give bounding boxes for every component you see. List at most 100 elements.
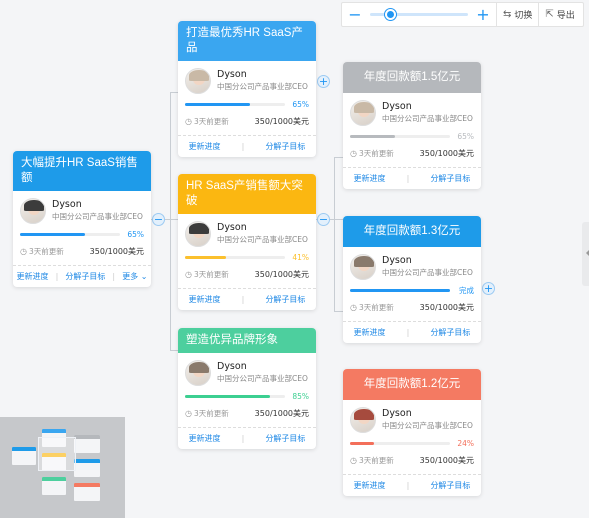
owner-name: Dyson — [217, 222, 247, 233]
budget-value: 350/1000美元 — [254, 408, 309, 418]
avatar — [20, 198, 46, 224]
update-progress-link[interactable]: 更新进度 — [354, 480, 386, 491]
update-progress-link[interactable]: 更新进度 — [189, 433, 221, 444]
chevron-down-icon: ⌄ — [140, 272, 148, 281]
split-goal-link[interactable]: 分解子目标 — [65, 271, 105, 282]
avatar — [185, 68, 211, 94]
export-label: 导出 — [556, 11, 575, 21]
connector-line — [328, 219, 343, 220]
progress-label: 24% — [457, 439, 474, 448]
split-goal-link[interactable]: 分解子目标 — [265, 433, 305, 444]
clock-icon: ◷ — [185, 408, 192, 418]
connector-line — [334, 311, 343, 312]
update-progress-link[interactable]: 更新进度 — [354, 327, 386, 338]
zoom-slider[interactable] — [370, 9, 468, 20]
minimap-card — [74, 435, 100, 453]
minimap-viewport[interactable] — [38, 437, 76, 471]
clock-icon: ◷ — [185, 116, 192, 126]
zoom-slider-handle[interactable] — [384, 9, 396, 20]
connector-line — [164, 219, 178, 220]
owner-title: 中国分公司产品事业部CEO — [382, 114, 473, 123]
split-goal-link[interactable]: 分解子目标 — [430, 173, 470, 184]
update-progress-link[interactable]: 更新进度 — [17, 271, 49, 282]
updated-text: 3天前更新 — [28, 246, 64, 256]
owner-name: Dyson — [217, 69, 247, 80]
progress-bar — [350, 442, 450, 445]
card-title: 年度回款额1.2亿元 — [343, 369, 481, 400]
collapse-toggle[interactable]: − — [317, 213, 330, 226]
progress-bar — [185, 395, 285, 398]
goal-card-root[interactable]: 大幅提升HR SaaS销售额 Dyson 中国分公司产品事业部CEO 65% ◷… — [13, 151, 151, 287]
clock-icon: ◷ — [185, 269, 192, 279]
card-title: HR SaaS产销售额大突破 — [178, 174, 316, 214]
toolbar: − + ⇆ 切换 ⇱ 导出 — [341, 2, 584, 27]
update-progress-link[interactable]: 更新进度 — [189, 141, 221, 152]
sub-goal-card[interactable]: 年度回款额1.5亿元 Dyson 中国分公司产品事业部CEO 65% ◷ 3天前更… — [343, 62, 481, 189]
collapse-toggle[interactable]: − — [152, 213, 165, 226]
split-goal-link[interactable]: 分解子目标 — [265, 294, 305, 305]
progress-label: 65% — [457, 132, 474, 141]
progress-bar — [350, 289, 450, 292]
card-title: 打造最优秀HR SaaS产品 — [178, 21, 316, 61]
clock-icon: ◷ — [350, 148, 357, 158]
updated-text: 3天前更新 — [358, 455, 394, 465]
card-title: 塑造优异品牌形象 — [178, 328, 316, 353]
progress-label: 完成 — [459, 286, 474, 295]
clock-icon: ◷ — [350, 302, 357, 312]
export-button[interactable]: ⇱ 导出 — [538, 3, 580, 26]
avatar — [350, 254, 376, 280]
budget-value: 350/1000美元 — [254, 269, 309, 279]
split-goal-link[interactable]: 分解子目标 — [430, 480, 470, 491]
minimap-card — [74, 483, 100, 501]
expand-toggle[interactable]: + — [317, 75, 330, 88]
side-panel-handle[interactable] — [582, 222, 589, 286]
owner-title: 中国分公司产品事业部CEO — [382, 268, 473, 277]
avatar — [185, 221, 211, 247]
card-title: 大幅提升HR SaaS销售额 — [13, 151, 151, 191]
zoom-in-button[interactable]: + — [476, 6, 490, 23]
connector-line — [334, 157, 335, 311]
minimap-card — [12, 447, 36, 465]
updated-text: 3天前更新 — [358, 302, 394, 312]
budget-value: 350/1000美元 — [254, 116, 309, 126]
goal-card[interactable]: 塑造优异品牌形象 Dyson 中国分公司产品事业部CEO 85% ◷ 3天前更新 … — [178, 328, 316, 449]
connector-line — [334, 157, 343, 158]
progress-label: 41% — [292, 253, 309, 262]
update-progress-link[interactable]: 更新进度 — [189, 294, 221, 305]
owner-title: 中国分公司产品事业部CEO — [217, 82, 308, 91]
updated-text: 3天前更新 — [193, 269, 229, 279]
clock-icon: ◷ — [350, 455, 357, 465]
progress-label: 65% — [292, 100, 309, 109]
budget-value: 350/1000美元 — [89, 246, 144, 256]
goal-card[interactable]: 打造最优秀HR SaaS产品 Dyson 中国分公司产品事业部CEO 65% ◷… — [178, 21, 316, 157]
card-title: 年度回款额1.5亿元 — [343, 62, 481, 93]
owner-name: Dyson — [52, 199, 82, 210]
split-goal-link[interactable]: 分解子目标 — [430, 327, 470, 338]
owner-name: Dyson — [382, 101, 412, 112]
progress-bar — [20, 233, 120, 236]
progress-label: 65% — [127, 230, 144, 239]
updated-text: 3天前更新 — [358, 148, 394, 158]
goal-card[interactable]: HR SaaS产销售额大突破 Dyson 中国分公司产品事业部CEO 41% ◷… — [178, 174, 316, 310]
export-icon: ⇱ — [545, 9, 554, 20]
progress-bar — [185, 103, 285, 106]
switch-button[interactable]: ⇆ 切换 — [497, 3, 538, 26]
expand-toggle[interactable]: + — [482, 282, 495, 295]
connector-line — [170, 350, 178, 351]
clock-icon: ◷ — [20, 246, 27, 256]
split-goal-link[interactable]: 分解子目标 — [265, 141, 305, 152]
more-menu[interactable]: 更多 ⌄ — [122, 271, 147, 282]
sub-goal-card[interactable]: 年度回款额1.3亿元 Dyson 中国分公司产品事业部CEO 完成 ◷ 3天前更新… — [343, 216, 481, 343]
switch-label: 切换 — [514, 11, 533, 21]
zoom-out-button[interactable]: − — [348, 6, 362, 23]
avatar — [185, 360, 211, 386]
sub-goal-card[interactable]: 年度回款额1.2亿元 Dyson 中国分公司产品事业部CEO 24% ◷ 3天前更… — [343, 369, 481, 496]
update-progress-link[interactable]: 更新进度 — [354, 173, 386, 184]
updated-text: 3天前更新 — [193, 116, 229, 126]
connector-line — [170, 92, 171, 350]
budget-value: 350/1000美元 — [419, 148, 474, 158]
updated-text: 3天前更新 — [193, 408, 229, 418]
connector-line — [170, 92, 178, 93]
budget-value: 350/1000美元 — [419, 455, 474, 465]
minimap[interactable] — [0, 417, 125, 518]
